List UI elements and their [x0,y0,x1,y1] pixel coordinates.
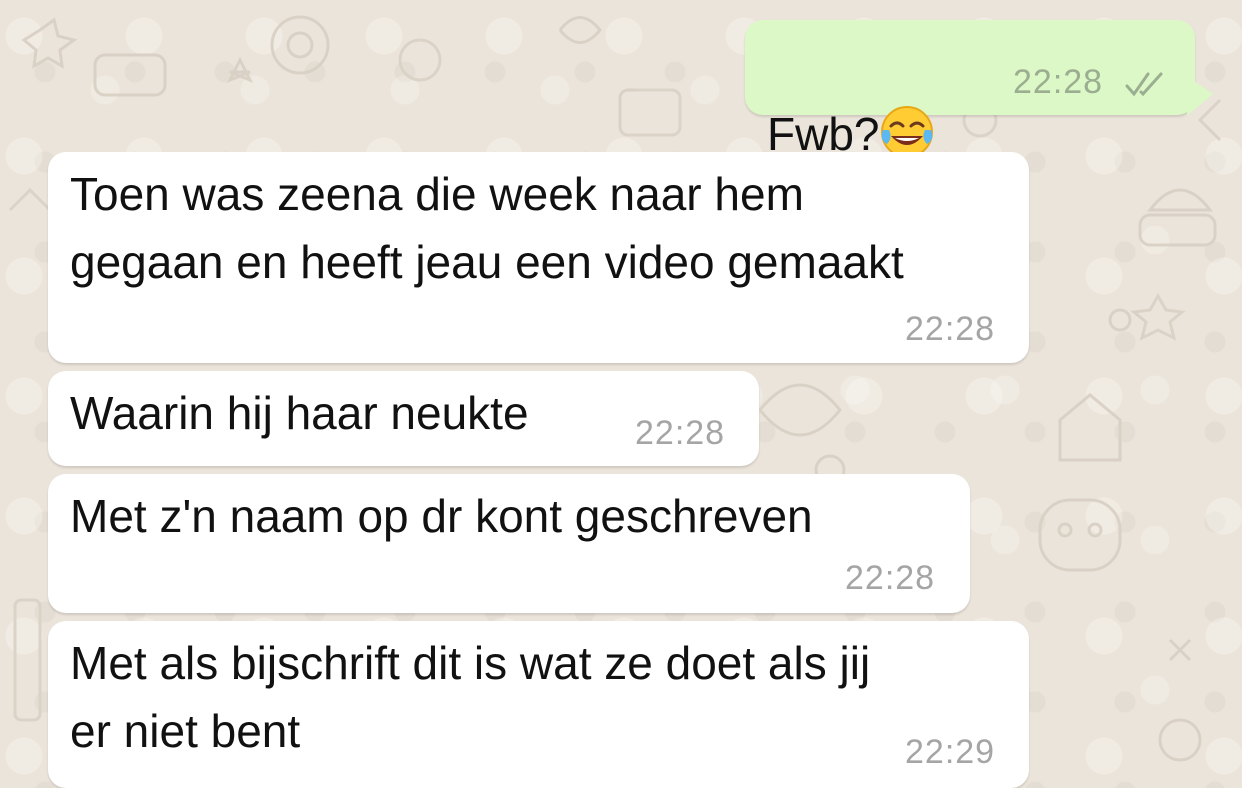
message-timestamp: 22:28 [1013,63,1104,101]
message-bubble-incoming[interactable]: Met z'n naam op dr kont geschreven 22:28 [48,474,970,613]
message-timestamp: 22:28 [635,414,726,452]
message-text: Fwb? [767,32,935,168]
double-check-icon [1125,72,1163,97]
message-text: Toen was zeena die week naar hem gegaan … [70,168,904,288]
message-text: Met als bijschrift dit is wat ze doet al… [70,637,871,757]
message-text: Waarin hij haar neukte [70,387,529,439]
message-bubble-outgoing[interactable]: Fwb? 22:28 [745,20,1213,160]
bubble-tail [1187,76,1213,116]
message-timestamp: 22:28 [845,559,936,597]
message-bubble-incoming[interactable]: Met als bijschrift dit is wat ze doet al… [48,621,1029,788]
message-bubble-incoming[interactable]: Toen was zeena die week naar hem gegaan … [48,152,1029,363]
message-timestamp: 22:28 [905,310,996,348]
message-text: Met z'n naam op dr kont geschreven [70,490,813,542]
message-bubble-incoming[interactable]: Waarin hij haar neukte 22:28 [48,371,759,466]
message-timestamp: 22:29 [905,733,996,771]
